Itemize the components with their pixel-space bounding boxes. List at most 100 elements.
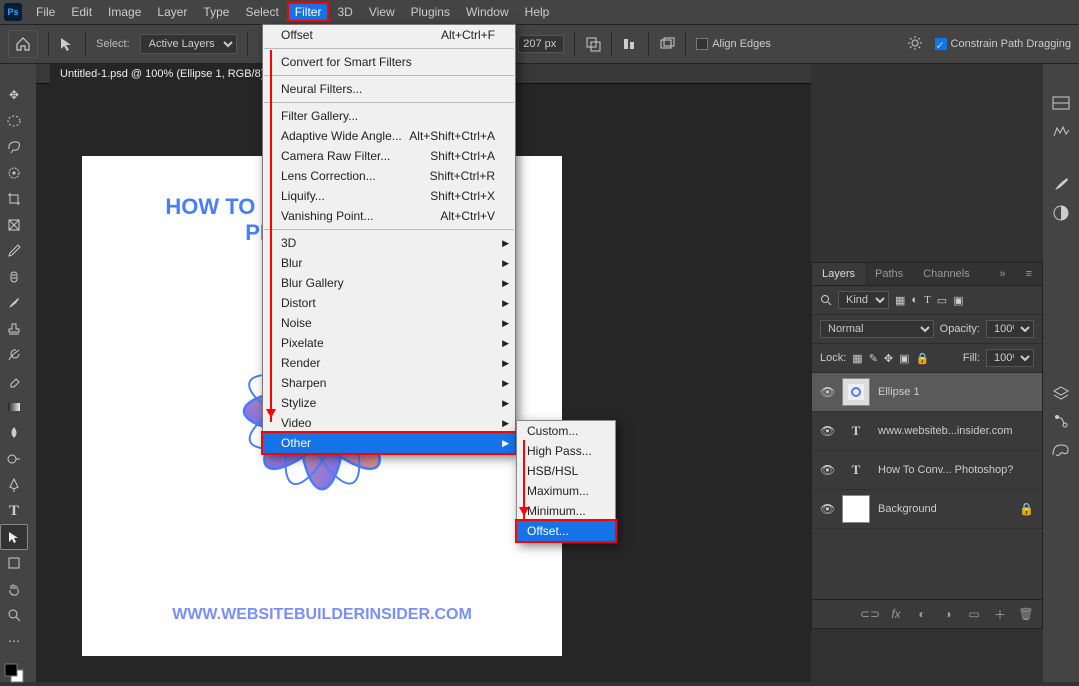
healing-tool[interactable] [0,264,28,290]
shape-combine-icon[interactable] [585,36,601,52]
lock-all-icon[interactable]: 🔒 [916,352,930,365]
menu-type[interactable]: Type [195,2,237,22]
blur-tool[interactable] [0,420,28,446]
fg-bg-swatch[interactable] [0,660,28,686]
search-icon[interactable] [820,294,832,306]
other-item-offset-[interactable]: Offset... [517,521,615,541]
layer-row[interactable]: 👁 T www.websiteb...insider.com [812,412,1042,451]
align-edges-checkbox[interactable]: Align Edges [696,38,771,50]
visibility-icon[interactable]: 👁 [820,385,834,399]
brush-tool[interactable] [0,290,28,316]
shape-tool[interactable] [0,550,28,576]
filter-item-blur-gallery[interactable]: Blur Gallery [263,273,515,293]
filter-item-render[interactable]: Render [263,353,515,373]
filter-item-lens-correction-[interactable]: Lens Correction...Shift+Ctrl+R [263,166,515,186]
path-select-tool[interactable] [0,524,28,550]
other-item-minimum-[interactable]: Minimum... [517,501,615,521]
menu-layer[interactable]: Layer [149,2,195,22]
menu-help[interactable]: Help [517,2,558,22]
trash-icon[interactable]: 🗑 [1018,606,1034,622]
menu-file[interactable]: File [28,2,63,22]
layer-row[interactable]: 👁 T How To Conv... Photoshop? [812,451,1042,490]
group-icon[interactable]: ▭ [966,606,982,622]
filter-shape-icon[interactable]: ▭ [937,294,947,307]
filter-item-offset[interactable]: OffsetAlt+Ctrl+F [263,25,515,45]
filter-item-filter-gallery-[interactable]: Filter Gallery... [263,106,515,126]
home-icon[interactable] [8,30,38,58]
lock-pixels-icon[interactable]: ✎ [869,352,878,365]
constrain-path-checkbox[interactable]: ✓Constrain Path Dragging [935,38,1071,50]
frame-tool[interactable] [0,212,28,238]
layer-row[interactable]: 👁 Ellipse 1 [812,373,1042,412]
menu-select[interactable]: Select [237,2,286,22]
tab-layers[interactable]: Layers [812,263,865,285]
edit-toolbar[interactable]: ⋯ [0,628,28,654]
zoom-tool[interactable] [0,602,28,628]
layers-icon[interactable] [1050,382,1072,404]
filter-adjust-icon[interactable]: ◐ [911,294,918,306]
fill-select[interactable]: 100% [986,349,1034,367]
quick-select-tool[interactable] [0,160,28,186]
new-layer-icon[interactable]: ＋ [992,606,1008,622]
layer-row[interactable]: 👁 Background 🔒 [812,490,1042,529]
link-layers-icon[interactable]: ⊂⊃ [862,606,878,622]
filter-item-blur[interactable]: Blur [263,253,515,273]
filter-item-distort[interactable]: Distort [263,293,515,313]
histogram-icon[interactable] [1050,120,1072,142]
menu-image[interactable]: Image [100,2,149,22]
visibility-icon[interactable]: 👁 [820,463,834,477]
filter-item-stylize[interactable]: Stylize [263,393,515,413]
panel-menu-icon[interactable]: ≡ [1016,263,1042,285]
visibility-icon[interactable]: 👁 [820,424,834,438]
lock-artboard-icon[interactable]: ▣ [899,352,909,365]
collapse-icon[interactable]: » [989,263,1015,285]
paths-icon[interactable] [1050,410,1072,432]
filter-item-other[interactable]: Other [263,433,515,453]
pen-tool[interactable] [0,472,28,498]
menu-filter[interactable]: Filter [287,2,330,22]
crop-tool[interactable] [0,186,28,212]
fx-icon[interactable]: fx [888,606,904,622]
filter-item-pixelate[interactable]: Pixelate [263,333,515,353]
dodge-tool[interactable] [0,446,28,472]
filter-item-camera-raw-filter-[interactable]: Camera Raw Filter...Shift+Ctrl+A [263,146,515,166]
filter-item-noise[interactable]: Noise [263,313,515,333]
adjustment-icon[interactable]: ◑ [940,606,956,622]
eraser-tool[interactable] [0,368,28,394]
filter-item-adaptive-wide-angle-[interactable]: Adaptive Wide Angle...Alt+Shift+Ctrl+A [263,126,515,146]
kind-select[interactable]: Kind [838,291,889,309]
other-item-custom-[interactable]: Custom... [517,421,615,441]
filter-item-neural-filters-[interactable]: Neural Filters... [263,79,515,99]
gradient-tool[interactable] [0,394,28,420]
hand-tool[interactable] [0,576,28,602]
tab-channels[interactable]: Channels [913,263,979,285]
opacity-select[interactable]: 100% [986,320,1034,338]
menu-plugins[interactable]: Plugins [403,2,458,22]
type-tool[interactable]: T [0,498,28,524]
arrange-icon[interactable] [659,36,675,52]
filter-pixel-icon[interactable]: ▦ [895,294,905,307]
lock-transparent-icon[interactable]: ▦ [852,352,862,365]
panel-icon[interactable] [1050,92,1072,114]
menu-window[interactable]: Window [458,2,517,22]
marquee-tool[interactable] [0,108,28,134]
gear-icon[interactable] [907,35,925,53]
other-item-high-pass-[interactable]: High Pass... [517,441,615,461]
height-input[interactable] [518,35,564,53]
filter-item-convert-for-smart-filters[interactable]: Convert for Smart Filters [263,52,515,72]
menu-edit[interactable]: Edit [63,2,100,22]
lock-position-icon[interactable]: ✥ [884,352,893,365]
other-item-maximum-[interactable]: Maximum... [517,481,615,501]
color-icon[interactable] [1050,438,1072,460]
adjustments-icon[interactable] [1050,202,1072,224]
menu-view[interactable]: View [361,2,403,22]
align-icon[interactable] [622,36,638,52]
filter-item-liquify-[interactable]: Liquify...Shift+Ctrl+X [263,186,515,206]
menu-3d[interactable]: 3D [329,2,360,22]
move-tool[interactable]: ✥ [0,82,28,108]
mask-icon[interactable]: ◐ [914,606,930,622]
visibility-icon[interactable]: 👁 [820,502,834,516]
brushes-icon[interactable] [1050,174,1072,196]
history-brush-tool[interactable] [0,342,28,368]
other-item-hsb-hsl[interactable]: HSB/HSL [517,461,615,481]
